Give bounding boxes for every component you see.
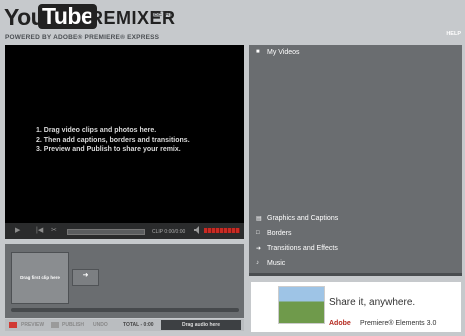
help-link[interactable]: HELP — [446, 31, 461, 37]
tab-graphics-and-captions[interactable]: Graphics and Captions — [267, 215, 338, 222]
ad-tagline: Share it, anywhere. — [329, 297, 416, 308]
media-panel — [249, 45, 462, 275]
logo-tube: Tube — [38, 4, 98, 29]
beta-label: (BETA) — [152, 12, 172, 18]
arrow-right-icon: ➜ — [256, 246, 262, 252]
instruction-line: 1. Drag video clips and photos here. — [36, 127, 157, 134]
volume-slider[interactable] — [204, 228, 240, 233]
preview-button[interactable]: PREVIEW — [21, 322, 44, 328]
panel-divider — [249, 273, 462, 276]
play-icon[interactable]: ▶ — [15, 226, 20, 234]
ad-product: Premiere® Elements 3.0 — [360, 320, 437, 327]
instruction-line: 2. Then add captions, borders and transi… — [36, 136, 190, 144]
publish-icon[interactable] — [51, 322, 59, 328]
audio-drop-label: Drag audio here — [181, 322, 221, 328]
seek-bar[interactable] — [67, 229, 145, 235]
ad-photo — [278, 286, 325, 324]
tab-music[interactable]: Music — [267, 260, 285, 267]
logo-trademark: ™ — [80, 6, 85, 12]
powered-by-label: POWERED BY ADOBE® PREMIERE® EXPRESS — [5, 34, 160, 41]
tab-borders[interactable]: Borders — [267, 230, 292, 237]
preview-icon[interactable] — [9, 322, 17, 328]
border-icon: □ — [256, 230, 260, 236]
arrow-right-icon: ➜ — [82, 272, 89, 279]
music-note-icon: ♪ — [256, 260, 259, 266]
publish-button[interactable]: PUBLISH — [62, 322, 84, 328]
step-back-icon[interactable]: |◀ — [36, 226, 43, 234]
undo-button[interactable]: UNDO — [93, 322, 108, 328]
clip-time: CLIP 0:00/0:00 — [152, 229, 186, 235]
instructions: 1. Drag video clips and photos here. 2. … — [36, 126, 190, 155]
total-duration: TOTAL - 0:00 — [123, 322, 154, 328]
graphics-icon: ▤ — [256, 216, 262, 222]
speaker-icon[interactable] — [194, 226, 202, 234]
instruction-line: 3. Preview and Publish to share your rem… — [36, 146, 181, 153]
folder-icon: ■ — [256, 49, 260, 55]
tab-transitions-and-effects[interactable]: Transitions and Effects — [267, 245, 338, 252]
drop-zone-label: Drag first clip here — [20, 275, 60, 280]
tab-my-videos[interactable]: My Videos — [267, 49, 300, 56]
ad-brand: Adobe — [329, 320, 351, 327]
scissors-icon[interactable]: ✂ — [51, 226, 57, 234]
timeline-scrollbar[interactable] — [11, 308, 239, 312]
